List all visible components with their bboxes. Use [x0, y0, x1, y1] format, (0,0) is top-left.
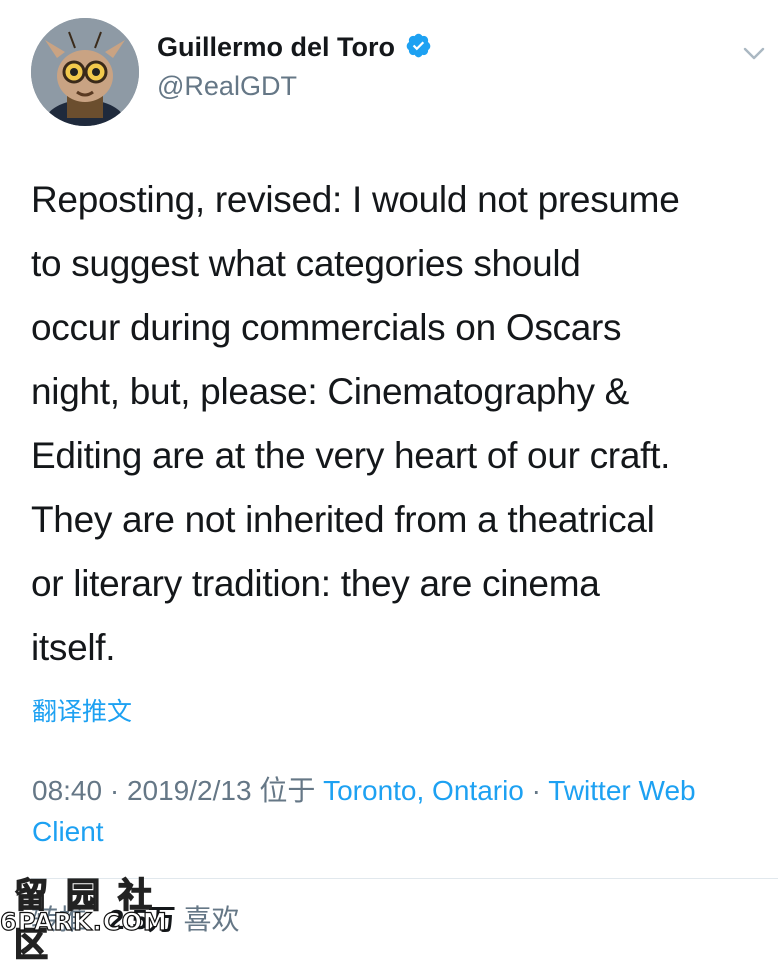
tweet-text: Reposting, revised: I would not presume …: [31, 179, 680, 668]
verified-badge-icon: [405, 32, 432, 59]
chevron-down-icon[interactable]: [741, 40, 767, 66]
tweet-header: Guillermo del Toro @RealGDT: [31, 18, 771, 128]
likes-label: 喜欢: [183, 904, 240, 935]
tweet-time: 08:40: [32, 775, 103, 806]
retweets-stat[interactable]: 转推: [31, 900, 87, 940]
avatar-image: [31, 18, 139, 126]
meta-separator-2: ·: [523, 775, 549, 806]
tweet-date: 2019/2/13: [126, 775, 252, 806]
tweet-meta: 08:40 · 2019/2/13 位于 Toronto, Ontario · …: [32, 770, 762, 852]
retweets-label: 转推: [31, 904, 88, 935]
display-name[interactable]: Guillermo del Toro: [157, 32, 395, 63]
tweet-card: Guillermo del Toro @RealGDT Reposting, r…: [0, 0, 778, 966]
location-prefix: 位于: [251, 775, 324, 806]
location-link[interactable]: Toronto, Ontario: [323, 775, 524, 806]
divider: [31, 878, 778, 879]
meta-separator: ·: [102, 775, 127, 806]
likes-stat[interactable]: 2.5万 喜欢: [109, 900, 240, 940]
tweet-stats: 转推 2.5万 喜欢: [31, 900, 254, 940]
translate-tweet-link[interactable]: 翻译推文: [32, 692, 132, 728]
likes-count: 2.5万: [108, 904, 176, 935]
user-handle[interactable]: @RealGDT: [157, 71, 432, 102]
user-name-block: Guillermo del Toro @RealGDT: [157, 32, 432, 102]
avatar[interactable]: [31, 18, 139, 126]
